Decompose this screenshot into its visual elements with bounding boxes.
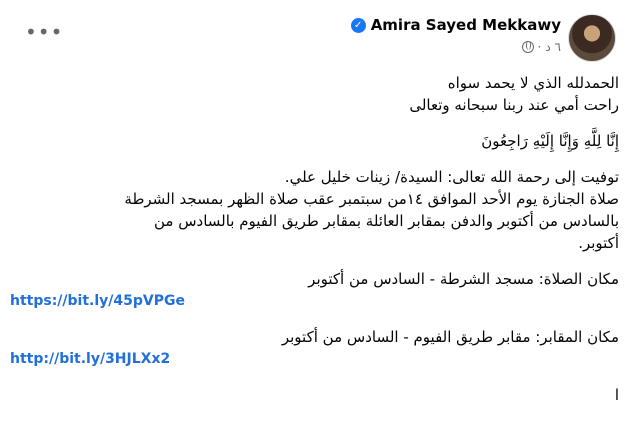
body-line: راحت أمي عند ربنا سبحانه وتعالى xyxy=(409,96,619,114)
more-options-icon[interactable]: ••• xyxy=(25,22,63,42)
cemetery-location-link[interactable]: http://bit.ly/3HJLXx2 xyxy=(10,348,619,370)
post-header: ••• ✓ Amira Sayed Mekkawy · ٦ د xyxy=(0,12,629,64)
trailing-text: ا xyxy=(614,386,619,404)
post-card: ••• ✓ Amira Sayed Mekkawy · ٦ د الحمدلله… xyxy=(0,0,629,431)
post-body: الحمدلله الذي لا يحمد سواه راحت أمي عند … xyxy=(10,72,619,406)
body-line: الحمدلله الذي لا يحمد سواه xyxy=(447,74,619,92)
body-line: صلاة الجنازة يوم الأحد الموافق ١٤من سبتم… xyxy=(124,190,619,208)
post-time[interactable]: ٦ د xyxy=(545,40,561,54)
avatar[interactable] xyxy=(568,14,616,62)
meta-dot: · xyxy=(537,40,542,54)
post-meta: · ٦ د xyxy=(521,40,561,54)
verse-line: إِنَّا لِلَّهِ وَإِنَّا إِلَيْهِ رَاجِعُ… xyxy=(481,132,619,150)
prayer-place: مكان الصلاة: مسجد الشرطة - السادس من أكت… xyxy=(308,270,619,288)
verified-badge-icon: ✓ xyxy=(350,17,366,33)
author-name[interactable]: Amira Sayed Mekkawy xyxy=(371,16,561,34)
cemetery-place: مكان المقابر: مقابر طريق الفيوم - السادس… xyxy=(281,328,619,346)
body-line: أكتوبر. xyxy=(578,234,619,252)
body-line: بالسادس من أكتوبر والدفن بمقابر العائلة … xyxy=(153,212,619,230)
author-row: ✓ Amira Sayed Mekkawy xyxy=(350,16,561,34)
globe-icon xyxy=(521,41,534,53)
body-line: توفيت إلى رحمة الله تعالى: السيدة/ زينات… xyxy=(284,168,619,186)
prayer-location-link[interactable]: https://bit.ly/45pVPGe xyxy=(10,290,619,312)
